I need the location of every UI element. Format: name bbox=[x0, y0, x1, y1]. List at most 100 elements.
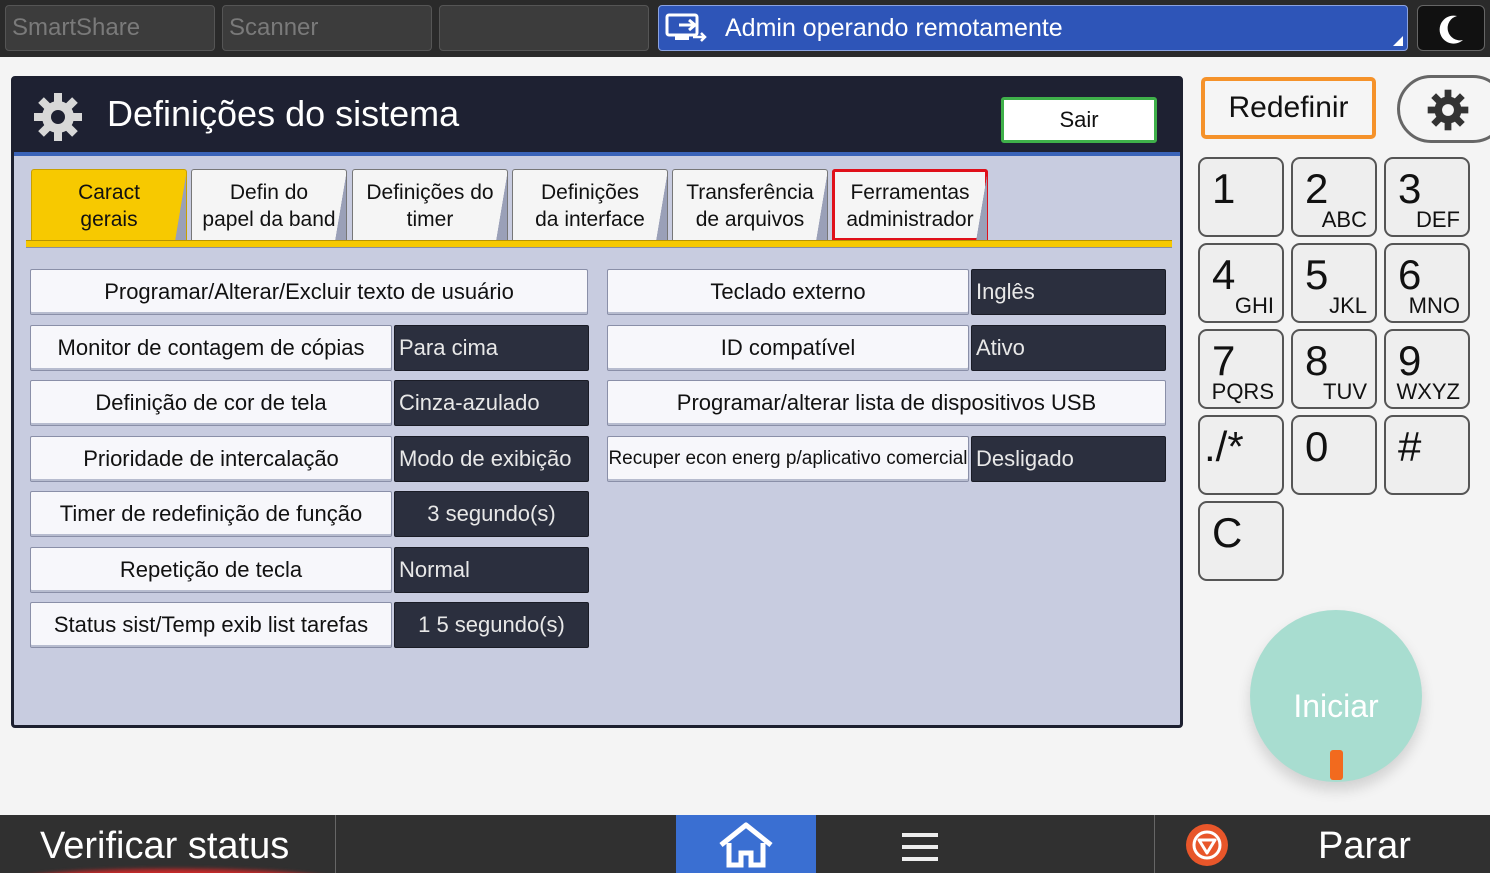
setting-label[interactable]: Monitor de contagem de cópias bbox=[30, 325, 392, 371]
keypad-6[interactable]: 6 MNO bbox=[1384, 243, 1470, 323]
scanner-tab[interactable]: Scanner bbox=[222, 5, 432, 51]
reset-button[interactable]: Redefinir bbox=[1201, 77, 1376, 139]
key-digit: 4 bbox=[1212, 251, 1236, 298]
tab-label-line2: administrador bbox=[846, 208, 974, 231]
key-letters: GHI bbox=[1234, 293, 1274, 318]
menu-button[interactable] bbox=[880, 827, 960, 867]
moon-icon bbox=[1439, 15, 1463, 44]
keypad-2[interactable]: 2 ABC bbox=[1291, 157, 1377, 237]
key-digit: C bbox=[1212, 509, 1243, 556]
setting-row-energy-recovery[interactable]: Recuper econ energ p/aplicativo comercia… bbox=[607, 436, 1167, 482]
setting-value: Normal bbox=[394, 547, 589, 593]
home-button[interactable] bbox=[676, 815, 816, 873]
remote-banner-text: Admin operando remotamente bbox=[725, 14, 1063, 42]
key-digit: 3 bbox=[1398, 165, 1422, 212]
keypad-9[interactable]: 9 WXYZ bbox=[1384, 329, 1470, 409]
setting-row-user-text[interactable]: Programar/Alterar/Excluir texto de usuár… bbox=[30, 269, 590, 315]
tab-label-line1: Transferência bbox=[686, 181, 814, 204]
menu-icon-bar bbox=[902, 857, 938, 861]
setting-label[interactable]: Status sist/Temp exib list tarefas bbox=[30, 602, 392, 648]
setting-value: Para cima bbox=[394, 325, 589, 371]
tab-file-transfer[interactable]: Transferência de arquivos bbox=[672, 169, 828, 241]
keypad-1[interactable]: 1 bbox=[1198, 157, 1284, 237]
tab-label-line2: papel da band bbox=[202, 208, 336, 231]
setting-label[interactable]: Definição de cor de tela bbox=[30, 380, 392, 426]
bottom-bar: Verificar status Parar bbox=[0, 815, 1490, 873]
setting-label[interactable]: Teclado externo bbox=[607, 269, 969, 315]
keypad-hash[interactable]: # bbox=[1384, 415, 1470, 495]
key-digit: # bbox=[1398, 423, 1422, 470]
setting-label[interactable]: Programar/Alterar/Excluir texto de usuár… bbox=[30, 269, 588, 315]
setting-row-interleave-priority[interactable]: Prioridade de intercalação Modo de exibi… bbox=[30, 436, 590, 482]
setting-row-external-keyboard[interactable]: Teclado externo Inglês bbox=[607, 269, 1167, 315]
keypad-5[interactable]: 5 JKL bbox=[1291, 243, 1377, 323]
tab-label-line1: Definições bbox=[540, 181, 640, 204]
tab-interface-settings[interactable]: Definições da interface bbox=[512, 169, 668, 241]
remote-operation-banner[interactable]: Admin operando remotamente bbox=[658, 5, 1408, 51]
keypad-clear[interactable]: C bbox=[1198, 501, 1284, 581]
setting-label[interactable]: Programar/alterar lista de dispositivos … bbox=[607, 380, 1166, 426]
setting-row-copy-counter[interactable]: Monitor de contagem de cópias Para cima bbox=[30, 325, 590, 371]
setting-label[interactable]: ID compatível bbox=[607, 325, 969, 371]
key-digit: 8 bbox=[1305, 337, 1329, 384]
setting-row-screen-color[interactable]: Definição de cor de tela Cinza-azulado bbox=[30, 380, 590, 426]
key-letters: PQRS bbox=[1211, 379, 1274, 404]
tab-label-line2: de arquivos bbox=[695, 208, 805, 231]
setting-label[interactable]: Recuper econ energ p/aplicativo comercia… bbox=[607, 436, 969, 482]
menu-icon-bar bbox=[902, 833, 938, 837]
setting-row-job-list-display-time[interactable]: Status sist/Temp exib list tarefas 1 5 s… bbox=[30, 602, 590, 648]
setting-row-key-repeat[interactable]: Repetição de tecla Normal bbox=[30, 547, 590, 593]
start-indicator-led bbox=[1330, 750, 1343, 780]
header-divider bbox=[14, 152, 1180, 156]
setting-row-function-reset-timer[interactable]: Timer de redefinição de função 3 segundo… bbox=[30, 491, 590, 537]
exit-button[interactable]: Sair bbox=[1001, 97, 1157, 143]
tab-timer-settings[interactable]: Definições do timer bbox=[352, 169, 508, 241]
tab-label-line1: Caract bbox=[78, 181, 140, 204]
stop-button[interactable]: Parar bbox=[1154, 815, 1490, 873]
start-button[interactable]: Iniciar bbox=[1250, 610, 1422, 782]
keypad-4[interactable]: 4 GHI bbox=[1198, 243, 1284, 323]
key-digit: 9 bbox=[1398, 337, 1422, 384]
stop-label: Parar bbox=[1318, 825, 1411, 867]
smartshare-tab[interactable]: SmartShare bbox=[5, 5, 215, 51]
keypad-8[interactable]: 8 TUV bbox=[1291, 329, 1377, 409]
gear-icon bbox=[1427, 89, 1469, 131]
keypad-dot-star[interactable]: ./* bbox=[1198, 415, 1284, 495]
key-digit: 0 bbox=[1305, 423, 1329, 470]
tab-label-line1: Definições do bbox=[366, 181, 494, 204]
setting-row-compatible-id[interactable]: ID compatível Ativo bbox=[607, 325, 1167, 371]
setting-value: 3 segundo(s) bbox=[394, 491, 589, 537]
status-alert-glow bbox=[20, 869, 330, 873]
panel-header: Definições do sistema Sair bbox=[14, 79, 1180, 156]
key-digit: ./* bbox=[1204, 423, 1244, 470]
tab-general-features[interactable]: Caract gerais bbox=[31, 169, 187, 241]
empty-tab[interactable] bbox=[439, 5, 649, 51]
setting-row-usb-device-list[interactable]: Programar/alterar lista de dispositivos … bbox=[607, 380, 1167, 426]
setting-label[interactable]: Repetição de tecla bbox=[30, 547, 392, 593]
key-letters: WXYZ bbox=[1396, 379, 1460, 404]
tab-tray-paper-settings[interactable]: Defin do papel da band bbox=[191, 169, 347, 241]
keypad-0[interactable]: 0 bbox=[1291, 415, 1377, 495]
key-letters: DEF bbox=[1416, 207, 1460, 232]
key-letters: JKL bbox=[1329, 293, 1367, 318]
top-bar: SmartShare Scanner Admin operando remota… bbox=[0, 0, 1490, 57]
keypad-3[interactable]: 3 DEF bbox=[1384, 157, 1470, 237]
tab-administrator-tools[interactable]: Ferramentas administrador bbox=[832, 169, 988, 241]
keypad-7[interactable]: 7 PQRS bbox=[1198, 329, 1284, 409]
key-digit: 7 bbox=[1212, 337, 1236, 384]
key-digit: 1 bbox=[1212, 165, 1236, 212]
tab-label-line2: da interface bbox=[535, 208, 645, 231]
setting-label[interactable]: Prioridade de intercalação bbox=[30, 436, 392, 482]
setting-value: Inglês bbox=[971, 269, 1166, 315]
tab-label-line2: gerais bbox=[80, 208, 138, 231]
tab-label-line2: timer bbox=[406, 208, 454, 231]
setting-label[interactable]: Timer de redefinição de função bbox=[30, 491, 392, 537]
key-letters: ABC bbox=[1321, 207, 1367, 232]
tab-label-line1: Defin do bbox=[229, 181, 309, 204]
page-title: Definições do sistema bbox=[107, 93, 460, 134]
settings-button[interactable] bbox=[1397, 75, 1490, 143]
stop-icon bbox=[1186, 824, 1228, 866]
energy-saver-button[interactable] bbox=[1417, 5, 1485, 51]
check-status-button[interactable]: Verificar status bbox=[0, 815, 336, 873]
setting-value: Modo de exibição bbox=[394, 436, 589, 482]
